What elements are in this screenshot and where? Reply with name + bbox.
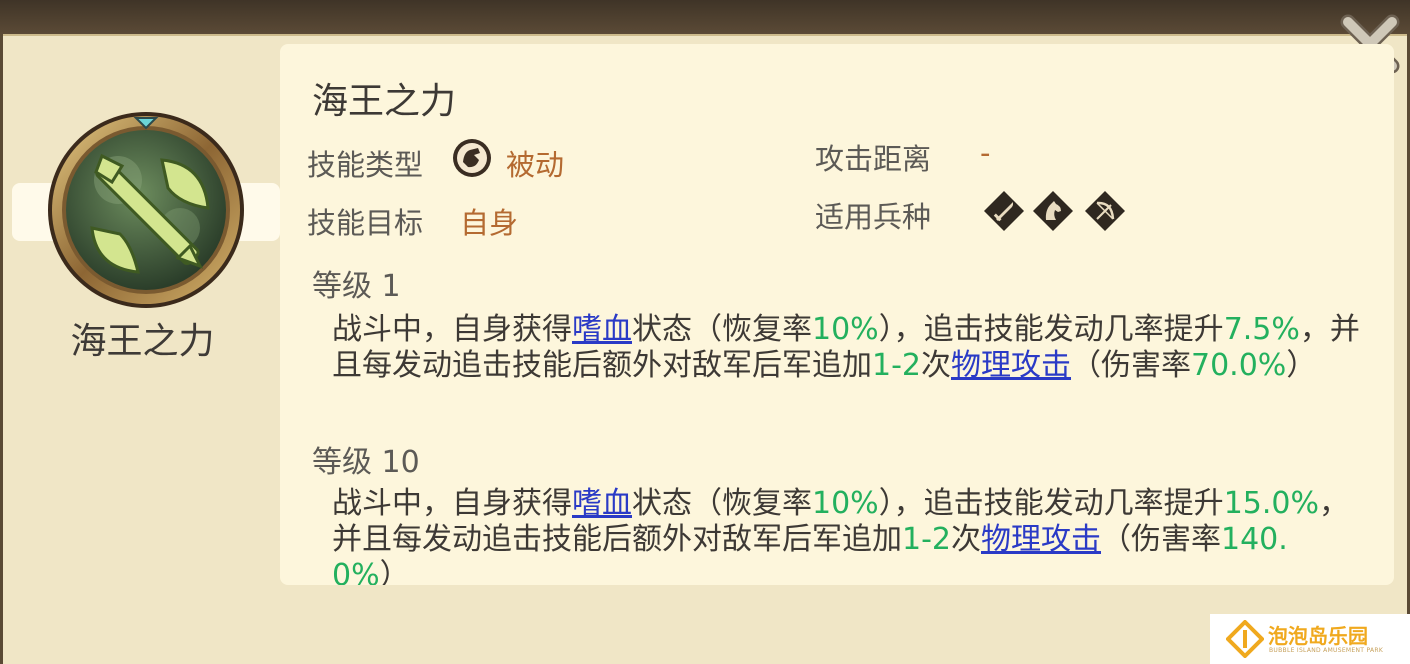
physical-attack-link[interactable]: 物理攻击	[981, 522, 1101, 557]
skill-target-label: 技能目标	[307, 206, 424, 240]
bloodthirst-link[interactable]: 嗜血	[572, 486, 632, 521]
infantry-sword-icon	[983, 190, 1025, 232]
skill-target-value: 自身	[460, 206, 519, 240]
double-axe-skill-icon	[48, 112, 244, 308]
bubble-logo-icon	[1226, 620, 1264, 658]
attack-range-value: -	[980, 136, 991, 170]
level-10-description: 战斗中，自身获得嗜血状态（恢复率10%），追击技能发动几率提升15.0%，并且每…	[332, 486, 1349, 585]
skill-icon-frame	[40, 108, 252, 314]
skill-info-card: 海王之力 技能类型 被动 技能目标 自身 攻击距离 - 适用兵种 等级 1 战斗…	[280, 44, 1394, 585]
watermark: 泡泡岛乐园 BUBBLE ISLAND AMUSEMENT PARK	[1210, 614, 1410, 664]
watermark-text: 泡泡岛乐园	[1268, 624, 1368, 648]
attack-range-label: 攻击距离	[815, 142, 932, 176]
watermark-subtext: BUBBLE ISLAND AMUSEMENT PARK	[1269, 647, 1384, 654]
bloodthirst-link[interactable]: 嗜血	[572, 312, 632, 347]
skill-name-under-icon: 海王之力	[70, 321, 215, 362]
archer-bow-icon	[1084, 190, 1126, 232]
cavalry-horse-icon	[1032, 190, 1074, 232]
skill-type-value: 被动	[506, 148, 565, 182]
unit-types-label: 适用兵种	[815, 200, 932, 234]
physical-attack-link[interactable]: 物理攻击	[951, 348, 1071, 383]
top-bar	[0, 0, 1410, 34]
passive-hand-icon	[452, 138, 492, 178]
skill-title: 海王之力	[312, 81, 457, 122]
level-1-heading: 等级 1	[312, 269, 401, 304]
skill-type-label: 技能类型	[307, 148, 424, 182]
level-10-heading: 等级 10	[312, 445, 420, 480]
level-1-description: 战斗中，自身获得嗜血状态（恢复率10%），追击技能发动几率提升7.5%，并且每发…	[332, 312, 1360, 383]
